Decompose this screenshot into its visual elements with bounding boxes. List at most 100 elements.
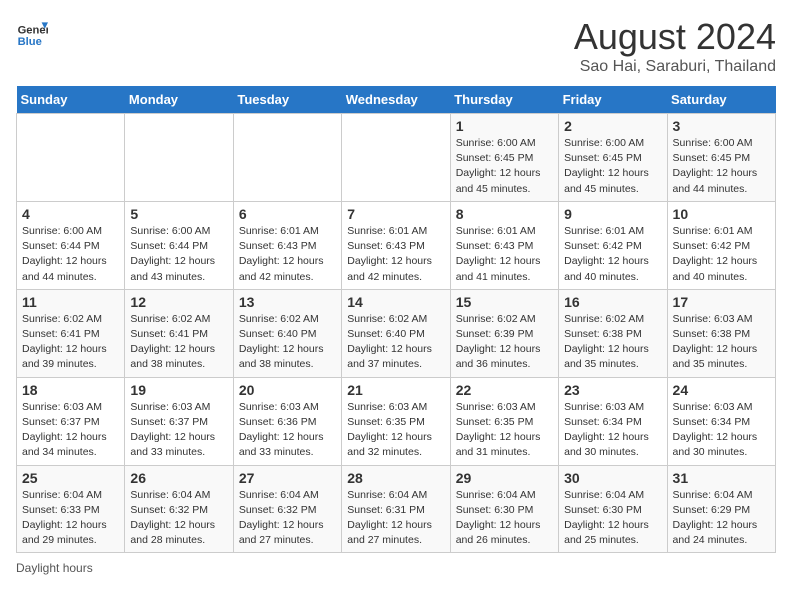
calendar-header: SundayMondayTuesdayWednesdayThursdayFrid… [17, 86, 776, 114]
day-info: Sunrise: 6:04 AM Sunset: 6:30 PM Dayligh… [456, 488, 553, 549]
calendar-cell: 6 Sunrise: 6:01 AM Sunset: 6:43 PM Daylig… [233, 201, 341, 289]
day-number: 17 [673, 294, 770, 310]
weekday-header-wednesday: Wednesday [342, 86, 450, 114]
calendar-cell: 28 Sunrise: 6:04 AM Sunset: 6:31 PM Dayli… [342, 465, 450, 553]
calendar-cell: 20 Sunrise: 6:03 AM Sunset: 6:36 PM Dayli… [233, 377, 341, 465]
calendar-cell: 9 Sunrise: 6:01 AM Sunset: 6:42 PM Daylig… [559, 201, 667, 289]
calendar-cell: 29 Sunrise: 6:04 AM Sunset: 6:30 PM Dayli… [450, 465, 558, 553]
day-number: 11 [22, 294, 119, 310]
day-info: Sunrise: 6:01 AM Sunset: 6:43 PM Dayligh… [239, 224, 336, 285]
calendar-cell: 17 Sunrise: 6:03 AM Sunset: 6:38 PM Dayli… [667, 289, 775, 377]
day-info: Sunrise: 6:03 AM Sunset: 6:36 PM Dayligh… [239, 400, 336, 461]
calendar-cell: 15Sunrise: 6:02 AM Sunset: 6:39 PM Dayli… [450, 289, 558, 377]
day-number: 20 [239, 382, 336, 398]
day-number: 27 [239, 470, 336, 486]
day-info: Sunrise: 6:02 AM Sunset: 6:40 PM Dayligh… [239, 312, 336, 373]
day-number: 28 [347, 470, 444, 486]
calendar-week-4: 18 Sunrise: 6:03 AM Sunset: 6:37 PM Dayli… [17, 377, 776, 465]
calendar-cell: 4Sunrise: 6:00 AM Sunset: 6:44 PM Daylig… [17, 201, 125, 289]
day-info: Sunrise: 6:03 AM Sunset: 6:34 PM Dayligh… [673, 400, 770, 461]
calendar-cell: 7 Sunrise: 6:01 AM Sunset: 6:43 PM Daylig… [342, 201, 450, 289]
day-info: Sunrise: 6:04 AM Sunset: 6:32 PM Dayligh… [239, 488, 336, 549]
day-number: 3 [673, 118, 770, 134]
footer-note: Daylight hours [16, 561, 776, 575]
day-number: 9 [564, 206, 661, 222]
day-number: 29 [456, 470, 553, 486]
weekday-header-tuesday: Tuesday [233, 86, 341, 114]
day-number: 13 [239, 294, 336, 310]
day-info: Sunrise: 6:03 AM Sunset: 6:38 PM Dayligh… [673, 312, 770, 373]
calendar-cell: 5Sunrise: 6:00 AM Sunset: 6:44 PM Daylig… [125, 201, 233, 289]
calendar-cell: 25Sunrise: 6:04 AM Sunset: 6:33 PM Dayli… [17, 465, 125, 553]
day-info: Sunrise: 6:00 AM Sunset: 6:45 PM Dayligh… [564, 136, 661, 197]
calendar-cell: 16Sunrise: 6:02 AM Sunset: 6:38 PM Dayli… [559, 289, 667, 377]
calendar-cell: 21 Sunrise: 6:03 AM Sunset: 6:35 PM Dayli… [342, 377, 450, 465]
day-info: Sunrise: 6:01 AM Sunset: 6:42 PM Dayligh… [564, 224, 661, 285]
calendar-cell: 3 Sunrise: 6:00 AM Sunset: 6:45 PM Daylig… [667, 114, 775, 202]
day-number: 18 [22, 382, 119, 398]
weekday-header-thursday: Thursday [450, 86, 558, 114]
calendar-table: SundayMondayTuesdayWednesdayThursdayFrid… [16, 86, 776, 553]
svg-text:General: General [18, 25, 48, 37]
day-info: Sunrise: 6:02 AM Sunset: 6:41 PM Dayligh… [22, 312, 119, 373]
calendar-cell: 18 Sunrise: 6:03 AM Sunset: 6:37 PM Dayli… [17, 377, 125, 465]
day-number: 1 [456, 118, 553, 134]
day-info: Sunrise: 6:00 AM Sunset: 6:44 PM Dayligh… [22, 224, 119, 285]
calendar-cell: 12Sunrise: 6:02 AM Sunset: 6:41 PM Dayli… [125, 289, 233, 377]
day-info: Sunrise: 6:02 AM Sunset: 6:41 PM Dayligh… [130, 312, 227, 373]
subtitle: Sao Hai, Saraburi, Thailand [574, 58, 776, 76]
day-info: Sunrise: 6:04 AM Sunset: 6:32 PM Dayligh… [130, 488, 227, 549]
weekday-header-saturday: Saturday [667, 86, 775, 114]
logo: General Blue [16, 16, 48, 48]
day-number: 30 [564, 470, 661, 486]
calendar-cell: 2 Sunrise: 6:00 AM Sunset: 6:45 PM Daylig… [559, 114, 667, 202]
calendar-cell: 30 Sunrise: 6:04 AM Sunset: 6:30 PM Dayli… [559, 465, 667, 553]
calendar-cell: 1 Sunrise: 6:00 AM Sunset: 6:45 PM Daylig… [450, 114, 558, 202]
calendar-cell: 26Sunrise: 6:04 AM Sunset: 6:32 PM Dayli… [125, 465, 233, 553]
day-number: 7 [347, 206, 444, 222]
day-info: Sunrise: 6:00 AM Sunset: 6:45 PM Dayligh… [456, 136, 553, 197]
svg-text:Blue: Blue [18, 36, 42, 48]
calendar-cell: 11 Sunrise: 6:02 AM Sunset: 6:41 PM Dayli… [17, 289, 125, 377]
day-info: Sunrise: 6:00 AM Sunset: 6:44 PM Dayligh… [130, 224, 227, 285]
day-number: 6 [239, 206, 336, 222]
calendar-cell: 27 Sunrise: 6:04 AM Sunset: 6:32 PM Dayli… [233, 465, 341, 553]
day-number: 24 [673, 382, 770, 398]
day-info: Sunrise: 6:04 AM Sunset: 6:30 PM Dayligh… [564, 488, 661, 549]
day-number: 21 [347, 382, 444, 398]
main-title: August 2024 [574, 16, 776, 58]
calendar-cell: 8Sunrise: 6:01 AM Sunset: 6:43 PM Daylig… [450, 201, 558, 289]
day-info: Sunrise: 6:01 AM Sunset: 6:43 PM Dayligh… [456, 224, 553, 285]
calendar-week-1: 1 Sunrise: 6:00 AM Sunset: 6:45 PM Daylig… [17, 114, 776, 202]
weekday-header-sunday: Sunday [17, 86, 125, 114]
day-number: 14 [347, 294, 444, 310]
calendar-cell [17, 114, 125, 202]
day-info: Sunrise: 6:01 AM Sunset: 6:43 PM Dayligh… [347, 224, 444, 285]
day-info: Sunrise: 6:03 AM Sunset: 6:34 PM Dayligh… [564, 400, 661, 461]
page-header: General Blue August 2024 Sao Hai, Sarabu… [16, 16, 776, 76]
day-info: Sunrise: 6:03 AM Sunset: 6:37 PM Dayligh… [22, 400, 119, 461]
day-info: Sunrise: 6:02 AM Sunset: 6:38 PM Dayligh… [564, 312, 661, 373]
day-number: 31 [673, 470, 770, 486]
calendar-cell: 13 Sunrise: 6:02 AM Sunset: 6:40 PM Dayli… [233, 289, 341, 377]
calendar-cell: 19Sunrise: 6:03 AM Sunset: 6:37 PM Dayli… [125, 377, 233, 465]
calendar-week-2: 4Sunrise: 6:00 AM Sunset: 6:44 PM Daylig… [17, 201, 776, 289]
day-number: 22 [456, 382, 553, 398]
calendar-cell: 14Sunrise: 6:02 AM Sunset: 6:40 PM Dayli… [342, 289, 450, 377]
day-info: Sunrise: 6:04 AM Sunset: 6:33 PM Dayligh… [22, 488, 119, 549]
calendar-week-5: 25Sunrise: 6:04 AM Sunset: 6:33 PM Dayli… [17, 465, 776, 553]
day-info: Sunrise: 6:02 AM Sunset: 6:39 PM Dayligh… [456, 312, 553, 373]
day-info: Sunrise: 6:04 AM Sunset: 6:29 PM Dayligh… [673, 488, 770, 549]
weekday-header-friday: Friday [559, 86, 667, 114]
day-number: 19 [130, 382, 227, 398]
day-info: Sunrise: 6:03 AM Sunset: 6:35 PM Dayligh… [347, 400, 444, 461]
day-info: Sunrise: 6:04 AM Sunset: 6:31 PM Dayligh… [347, 488, 444, 549]
calendar-cell [233, 114, 341, 202]
calendar-cell: 22Sunrise: 6:03 AM Sunset: 6:35 PM Dayli… [450, 377, 558, 465]
calendar-cell [342, 114, 450, 202]
calendar-cell: 24 Sunrise: 6:03 AM Sunset: 6:34 PM Dayli… [667, 377, 775, 465]
logo-icon: General Blue [16, 16, 48, 48]
day-info: Sunrise: 6:01 AM Sunset: 6:42 PM Dayligh… [673, 224, 770, 285]
day-info: Sunrise: 6:00 AM Sunset: 6:45 PM Dayligh… [673, 136, 770, 197]
day-number: 2 [564, 118, 661, 134]
